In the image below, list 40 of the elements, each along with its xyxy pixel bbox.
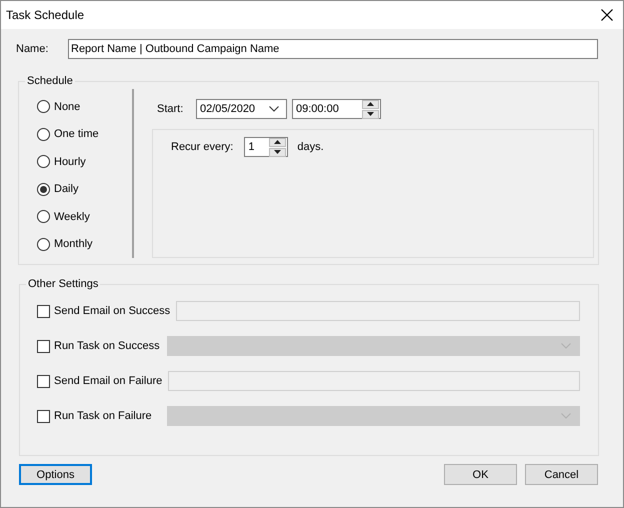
radio-button[interactable] (37, 155, 50, 168)
field-label: Recur every: (171, 141, 234, 153)
date-picker[interactable]: 02/05/2020 (196, 99, 287, 119)
radio-button[interactable] (37, 128, 50, 141)
text-field[interactable] (168, 371, 580, 391)
number-field[interactable]: 1 (244, 137, 288, 157)
radio-label[interactable]: None (54, 100, 80, 113)
checkbox[interactable] (37, 304, 50, 318)
field-label: Name: (16, 43, 50, 55)
window-title: Task Schedule (6, 8, 84, 22)
checkbox[interactable] (37, 410, 50, 422)
group-title: Other Settings (27, 278, 100, 290)
field-label: Start: (157, 103, 184, 115)
unit-label: days. (297, 141, 324, 153)
dialog-button[interactable]: Options (19, 464, 92, 485)
group-title: Schedule (26, 75, 74, 87)
time-field[interactable]: 09:00:00 (292, 99, 381, 119)
checkbox[interactable] (37, 374, 50, 388)
radio-label[interactable]: Monthly (54, 238, 93, 250)
checkbox-label[interactable]: Send Email on Failure (54, 375, 162, 387)
checkbox-label[interactable]: Run Task on Success (54, 340, 160, 352)
radio-button[interactable] (37, 100, 50, 114)
name-field[interactable]: Report Name | Outbound Campaign Name (68, 39, 598, 59)
checkbox-label[interactable]: Send Email on Success (54, 305, 170, 317)
spin-buttons[interactable] (362, 100, 379, 118)
checkbox[interactable] (37, 340, 50, 352)
radio-label[interactable]: One time (54, 128, 99, 140)
spin-buttons[interactable] (269, 138, 286, 156)
checkbox-label[interactable]: Run Task on Failure (54, 410, 152, 422)
close-icon[interactable] (601, 9, 613, 21)
radio-label[interactable]: Weekly (54, 210, 90, 223)
radio-button[interactable] (37, 182, 50, 196)
dialog-button[interactable]: OK (444, 464, 517, 485)
chevron-down-icon[interactable] (269, 106, 279, 112)
radio-button[interactable] (37, 210, 50, 224)
text-field[interactable] (176, 301, 580, 321)
radio-label[interactable]: Hourly (54, 156, 86, 168)
radio-label[interactable]: Daily (54, 183, 78, 196)
radio-button[interactable] (37, 238, 50, 251)
dialog-button[interactable]: Cancel (525, 464, 598, 485)
